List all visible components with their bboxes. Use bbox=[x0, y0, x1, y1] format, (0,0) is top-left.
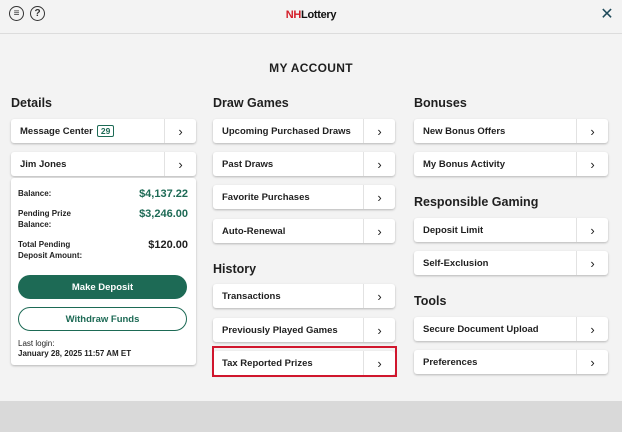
menu-row-previously-played-games[interactable]: Previously Played Games › bbox=[213, 318, 395, 342]
message-center-label: Message Center 29 bbox=[11, 125, 164, 137]
row-label: Previously Played Games bbox=[222, 324, 338, 336]
chevron-right-icon[interactable]: › bbox=[363, 119, 395, 143]
logo-nh-text: NH bbox=[285, 9, 302, 21]
menu-row-deposit-limit[interactable]: Deposit Limit › bbox=[414, 218, 608, 242]
message-count-badge: 29 bbox=[96, 125, 115, 137]
details-heading: Details bbox=[11, 96, 52, 110]
top-bar: ≡ ? NH Lottery ✕ bbox=[0, 0, 622, 32]
logo-lottery-text: Lottery bbox=[301, 9, 337, 21]
total-pending-row: Total Pending Deposit Amount: $120.00 bbox=[18, 239, 188, 261]
user-profile-row[interactable]: Jim Jones › bbox=[11, 152, 196, 176]
row-label: Upcoming Purchased Draws bbox=[222, 125, 351, 137]
menu-row-past-draws[interactable]: Past Draws › bbox=[213, 152, 395, 176]
draw-games-heading: Draw Games bbox=[213, 96, 289, 110]
chevron-right-icon[interactable]: › bbox=[576, 350, 608, 374]
row-label: My Bonus Activity bbox=[423, 158, 505, 170]
chevron-right-icon[interactable]: › bbox=[576, 218, 608, 242]
pending-prize-value: $3,246.00 bbox=[139, 208, 188, 220]
selection-highlight-box bbox=[212, 346, 397, 377]
pending-prize-row: Pending Prize Balance: $3,246.00 bbox=[18, 208, 188, 230]
menu-row-self-exclusion[interactable]: Self-Exclusion › bbox=[414, 251, 608, 275]
menu-row-upcoming-purchased-draws[interactable]: Upcoming Purchased Draws › bbox=[213, 119, 395, 143]
chevron-right-icon[interactable]: › bbox=[576, 152, 608, 176]
menu-row-preferences[interactable]: Preferences › bbox=[414, 350, 608, 374]
row-label: Deposit Limit bbox=[423, 224, 484, 236]
row-label: Transactions bbox=[222, 290, 281, 302]
chevron-right-icon[interactable]: › bbox=[363, 152, 395, 176]
row-label: Past Draws bbox=[222, 158, 274, 170]
chevron-right-icon[interactable]: › bbox=[363, 284, 395, 308]
chevron-right-icon[interactable]: › bbox=[576, 251, 608, 275]
account-balance-card: Balance: $4,137.22 Pending Prize Balance:… bbox=[11, 178, 196, 365]
row-label: New Bonus Offers bbox=[423, 125, 506, 137]
balance-row: Balance: $4,137.22 bbox=[18, 188, 188, 200]
user-name: Jim Jones bbox=[20, 158, 67, 170]
bonuses-heading: Bonuses bbox=[414, 96, 467, 110]
nh-lottery-logo[interactable]: NH Lottery bbox=[283, 8, 339, 22]
row-label: Self-Exclusion bbox=[423, 257, 489, 269]
help-icon[interactable]: ? bbox=[30, 6, 45, 21]
menu-row-transactions[interactable]: Transactions › bbox=[213, 284, 395, 308]
menu-row-secure-document-upload[interactable]: Secure Document Upload › bbox=[414, 317, 608, 341]
menu-row-favorite-purchases[interactable]: Favorite Purchases › bbox=[213, 185, 395, 209]
last-login-value: January 28, 2025 11:57 AM ET bbox=[18, 349, 132, 358]
menu-icon[interactable]: ≡ bbox=[9, 6, 24, 21]
row-label: Auto-Renewal bbox=[222, 225, 286, 237]
footer-band bbox=[0, 401, 622, 432]
make-deposit-button[interactable]: Make Deposit bbox=[18, 275, 187, 299]
pending-prize-label: Pending Prize Balance: bbox=[18, 209, 71, 229]
tools-heading: Tools bbox=[414, 294, 447, 308]
chevron-right-icon[interactable]: › bbox=[576, 317, 608, 341]
chevron-right-icon[interactable]: › bbox=[363, 318, 395, 342]
withdraw-funds-button[interactable]: Withdraw Funds bbox=[18, 307, 187, 331]
menu-row-my-bonus-activity[interactable]: My Bonus Activity › bbox=[414, 152, 608, 176]
menu-row-auto-renewal[interactable]: Auto-Renewal › bbox=[213, 219, 395, 243]
menu-row-new-bonus-offers[interactable]: New Bonus Offers › bbox=[414, 119, 608, 143]
history-heading: History bbox=[213, 262, 257, 276]
chevron-right-icon[interactable]: › bbox=[576, 119, 608, 143]
chevron-right-icon[interactable]: › bbox=[164, 152, 196, 176]
page-title: MY ACCOUNT bbox=[269, 61, 353, 75]
last-login-label: Last login: bbox=[18, 339, 55, 348]
row-label: Secure Document Upload bbox=[423, 323, 539, 335]
header-divider bbox=[0, 33, 622, 34]
balance-value: $4,137.22 bbox=[139, 188, 188, 200]
chevron-right-icon[interactable]: › bbox=[363, 219, 395, 243]
row-label: Preferences bbox=[423, 356, 478, 368]
last-login: Last login: January 28, 2025 11:57 AM ET bbox=[18, 339, 131, 359]
total-pending-label: Total Pending Deposit Amount: bbox=[18, 240, 83, 260]
responsible-gaming-heading: Responsible Gaming bbox=[414, 195, 539, 209]
message-center-row[interactable]: Message Center 29 › bbox=[11, 119, 196, 143]
chevron-right-icon[interactable]: › bbox=[164, 119, 196, 143]
balance-label: Balance: bbox=[18, 189, 52, 198]
close-icon[interactable]: ✕ bbox=[599, 7, 615, 23]
total-pending-value: $120.00 bbox=[148, 239, 188, 251]
row-label: Favorite Purchases bbox=[222, 191, 310, 203]
chevron-right-icon[interactable]: › bbox=[363, 185, 395, 209]
